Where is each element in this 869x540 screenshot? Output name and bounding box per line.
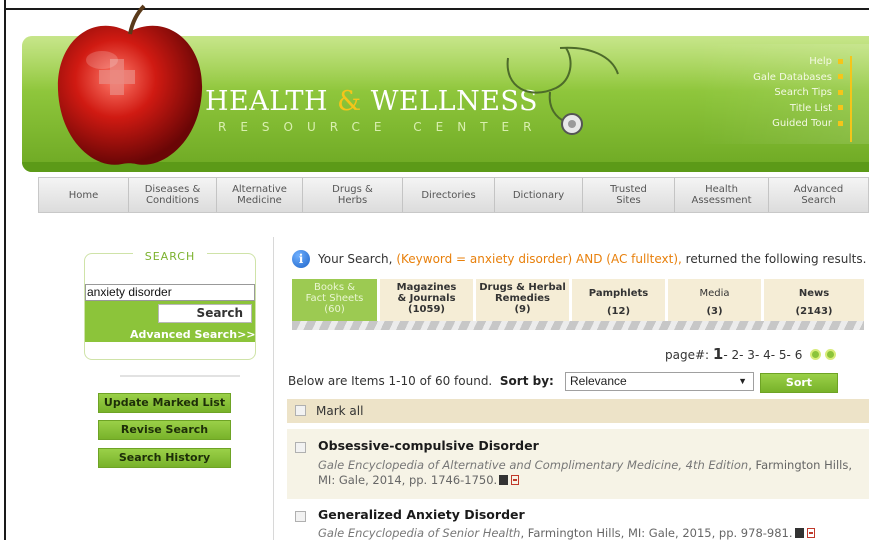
nav-drugs-herbs[interactable]: Drugs & Herbs [303,178,403,212]
search-button[interactable]: Search [158,304,252,323]
pdf-icon[interactable] [806,528,815,538]
mark-all-label: Mark all [316,404,364,418]
nav-alternative-medicine[interactable]: Alternative Medicine [217,178,303,212]
result-type-tabs: Books & Fact Sheets (60) Magazines & Jou… [292,279,864,321]
items-count: Below are Items 1-10 of 60 found. Sort b… [288,374,554,388]
nav-home[interactable]: Home [39,178,129,212]
gale-databases-link[interactable]: Gale Databases [753,70,843,86]
help-divider [850,56,852,142]
result-citation: Gale Encyclopedia of Alternative and Com… [318,458,853,487]
document-icon[interactable] [499,475,509,485]
last-page-icon[interactable] [825,349,837,360]
document-icon[interactable] [794,528,804,538]
advanced-search-link[interactable]: Advanced Search>> [130,328,256,341]
results-query: (Keyword = anxiety disorder) AND (AC ful… [396,252,682,266]
pdf-icon[interactable] [511,475,520,485]
sort-button[interactable]: Sort [760,373,838,393]
nav-directories[interactable]: Directories [403,178,495,212]
brand-ampersand: & [337,86,362,117]
results-summary: Your Search, (Keyword = anxiety disorder… [318,252,867,266]
page-link[interactable]: 4 [763,348,771,362]
sort-select[interactable]: Relevance ▼ [565,372,754,391]
search-input[interactable]: anxiety disorder [85,284,255,301]
page-link[interactable]: 6 [795,348,803,362]
tabs-underline-strip [292,321,864,330]
result-title-link[interactable]: Obsessive-compulsive Disorder [318,438,539,453]
help-link[interactable]: Help [753,54,843,70]
result-checkbox[interactable] [295,511,306,522]
next-page-icon[interactable] [810,349,822,360]
page-link[interactable]: 3 [747,348,755,362]
page-link[interactable]: 2 [732,348,740,362]
revise-search-button[interactable]: Revise Search [98,420,231,440]
mark-all-checkbox[interactable] [295,405,306,416]
result-checkbox[interactable] [295,442,306,453]
stethoscope-icon [506,46,619,135]
nav-advanced-search[interactable]: Advanced Search [769,178,868,212]
pagination: page#: 1- 2- 3- 4- 5- 6 [665,345,837,363]
brand-title-a: HEALTH [205,86,329,117]
nav-diseases-conditions[interactable]: Diseases & Conditions [129,178,217,212]
mark-all-bar [287,399,869,423]
update-marked-list-button[interactable]: Update Marked List [98,393,231,413]
sidebar-divider [120,375,240,377]
nav-health-assessment[interactable]: Health Assessment [675,178,769,212]
apple-logo-icon[interactable] [52,2,206,172]
main-nav: Home Diseases & Conditions Alternative M… [38,177,869,213]
dropdown-arrow-icon: ▼ [738,376,747,386]
page-current: 1 [712,345,724,363]
window-left-border [0,0,6,540]
nav-dictionary[interactable]: Dictionary [495,178,583,212]
tab-drugs-herbal-remedies[interactable]: Drugs & Herbal Remedies (9) [476,279,572,321]
info-icon: i [292,250,310,268]
tab-books-fact-sheets[interactable]: Books & Fact Sheets (60) [292,279,380,321]
search-history-button[interactable]: Search History [98,448,231,468]
result-citation: Gale Encyclopedia of Senior Health, Farm… [318,526,815,540]
guided-tour-link[interactable]: Guided Tour [753,116,843,132]
tab-magazines-journals[interactable]: Magazines & Journals (1059) [380,279,476,321]
brand-subtitle: RESOURCE CENTER [218,120,546,134]
title-list-link[interactable]: Title List [753,101,843,117]
search-tips-link[interactable]: Search Tips [753,85,843,101]
tab-pamphlets[interactable]: Pamphlets (12) [572,279,668,321]
nav-trusted-sites[interactable]: Trusted Sites [583,178,675,212]
result-title-link[interactable]: Generalized Anxiety Disorder [318,507,525,522]
sort-label: Sort by: [499,374,554,388]
tab-media[interactable]: Media (3) [668,279,764,321]
search-legend: SEARCH [84,250,256,263]
page-label: page#: [665,348,710,362]
help-links: Help Gale Databases Search Tips Title Li… [753,54,843,132]
brand-title: HEALTH & WELLNESS [205,86,538,117]
tab-news[interactable]: News (2143) [764,279,864,321]
page-link[interactable]: 5 [779,348,787,362]
